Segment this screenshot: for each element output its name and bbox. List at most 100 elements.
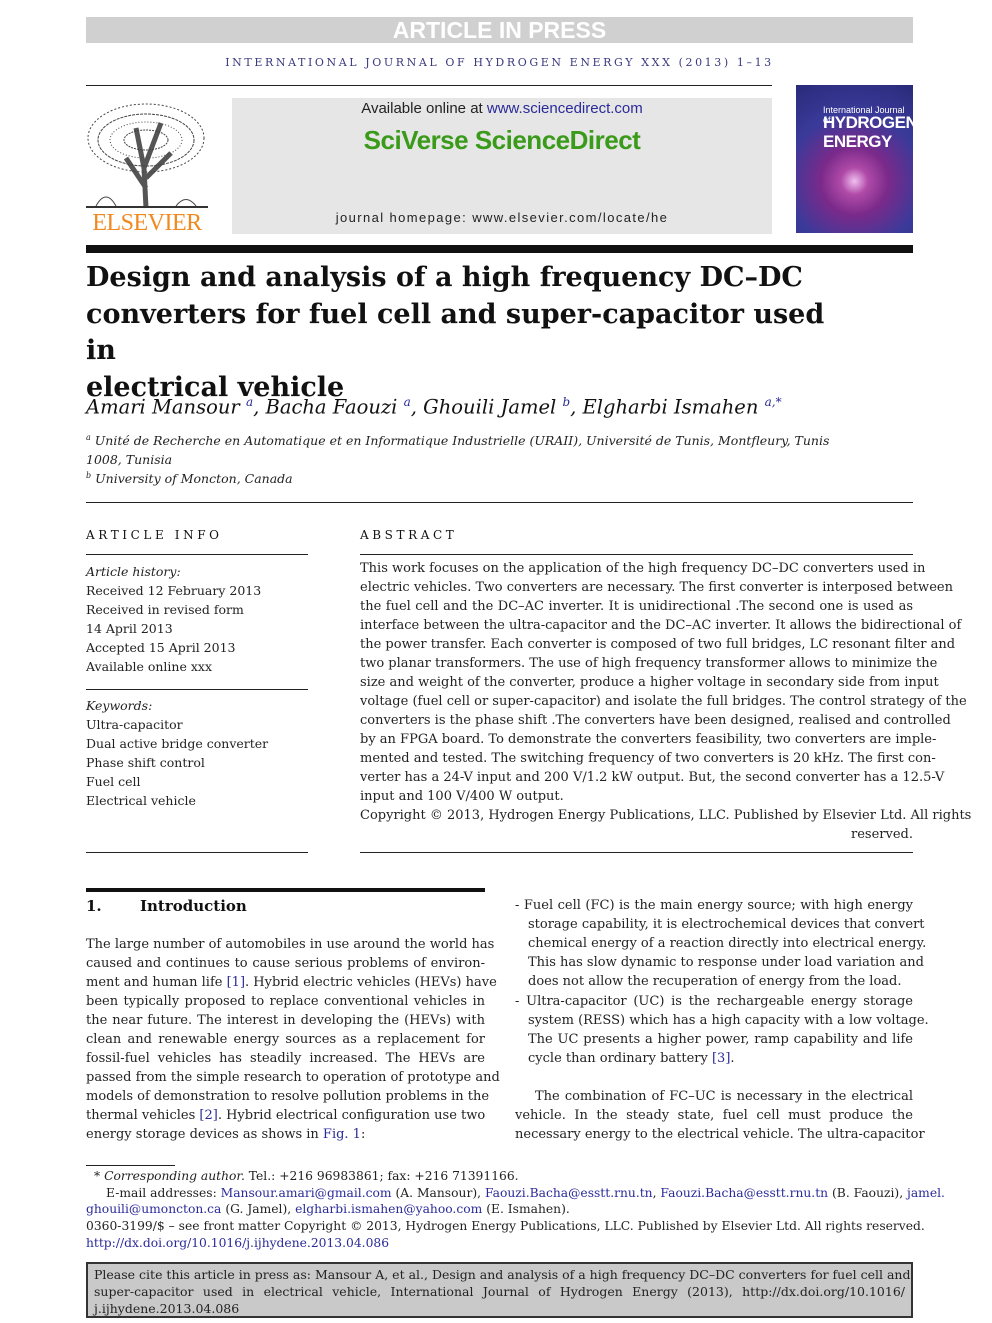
affiliation-b: b University of Moncton, Canada: [86, 471, 293, 487]
text-run: fossil-fuel vehicles has steadily increa…: [86, 1051, 485, 1066]
text-line: caused and continues to cause serious pr…: [86, 956, 485, 975]
text-line: The combination of FC–UC is necessary in…: [515, 1089, 913, 1108]
text-run: necessary energy to the electrical vehic…: [515, 1127, 925, 1142]
journal-homepage[interactable]: journal homepage: www.elsevier.com/locat…: [232, 210, 772, 225]
text-line: fossil-fuel vehicles has steadily increa…: [86, 1051, 485, 1070]
text-line: cycle than ordinary battery [3].: [515, 1051, 913, 1070]
keywords: Keywords: Ultra-capacitor Dual active bri…: [86, 698, 269, 808]
divider: [360, 852, 913, 853]
section-rule: [86, 888, 485, 892]
text-line: clean and renewable energy sources as a …: [86, 1032, 485, 1051]
citation-box: Please cite this article in press as: Ma…: [86, 1262, 913, 1318]
email-link[interactable]: http://dx.doi.org/10.1016/j.ijhydene.201…: [86, 1236, 389, 1250]
text-run: (A. Mansour),: [391, 1186, 485, 1200]
text-line: passed from the simple research to opera…: [86, 1070, 500, 1089]
text-line: The large number of automobiles in use a…: [86, 937, 494, 956]
author-name[interactable]: Bacha Faouzi: [266, 396, 398, 419]
text-line: the near future. The interest in develop…: [86, 1013, 485, 1032]
author-name[interactable]: Amari Mansour: [86, 396, 240, 419]
email-link[interactable]: Faouzi.Bacha@esstt.rnu.tn: [660, 1186, 828, 1200]
reference-link[interactable]: [3]: [712, 1051, 730, 1066]
abstract-line: size and weight of the converter, produc…: [360, 675, 939, 690]
section-number: 1.: [86, 897, 102, 915]
text-run: clean and renewable energy sources as a …: [86, 1032, 485, 1047]
elsevier-wordmark: ELSEVIER: [92, 210, 202, 236]
available-online: Available online at www.sciencedirect.co…: [232, 100, 772, 117]
abstract-line: verter has a 24-V input and 200 V/1.2 kW…: [360, 770, 945, 785]
abstract-line: input and 100 V/400 W output.: [360, 789, 564, 804]
abstract-line: converters is the phase shift .The conve…: [360, 713, 951, 728]
text-run: passed from the simple research to opera…: [86, 1070, 500, 1085]
journal-running-head: INTERNATIONAL JOURNAL OF HYDROGEN ENERGY…: [225, 56, 774, 69]
section-heading: Introduction: [140, 897, 247, 915]
article-in-press-banner: ARTICLE IN PRESS: [86, 17, 913, 43]
available-label: Available online at: [361, 100, 487, 117]
text-run: - Ultra-capacitor (UC) is the rechargeab…: [515, 994, 913, 1009]
text-line: does not allow the recuperation of energ…: [515, 974, 913, 993]
text-run: Corresponding author.: [104, 1169, 245, 1183]
text-run: chemical energy of a reaction directly i…: [528, 936, 927, 951]
bullet-ultra-capacitor: - Ultra-capacitor (UC) is the rechargeab…: [515, 994, 929, 1070]
text-line: - Ultra-capacitor (UC) is the rechargeab…: [515, 994, 913, 1013]
bullet-fuel-cell: - Fuel cell (FC) is the main energy sour…: [515, 898, 926, 993]
copyright-line: Copyright © 2013, Hydrogen Energy Public…: [360, 808, 972, 823]
text-run: Tel.: +216 96983861; fax: +216 71391166.: [244, 1169, 519, 1183]
text-line: storage capability, it is electrochemica…: [515, 917, 925, 936]
email-link[interactable]: jamel.: [907, 1186, 945, 1200]
intro-paragraph: The large number of automobiles in use a…: [86, 937, 500, 1146]
text-line: chemical energy of a reaction directly i…: [515, 936, 926, 955]
text-run: . Hybrid electrical configuration use tw…: [217, 1108, 486, 1123]
text-run: 0360-3199/$ – see front matter Copyright…: [86, 1219, 925, 1233]
text-run: thermal vehicles: [86, 1108, 200, 1123]
divider: [360, 554, 913, 555]
email-link[interactable]: elgharbi.ismahen@yahoo.com: [295, 1202, 482, 1216]
reference-link[interactable]: Fig. 1: [323, 1127, 361, 1142]
divider: [86, 554, 308, 555]
text-line: ment and human life [1]. Hybrid electric…: [86, 975, 497, 994]
footnote-rule: [86, 1165, 175, 1166]
email-link[interactable]: ghouili@umoncton.ca: [86, 1202, 221, 1216]
affiliation-a-cont: 1008, Tunisia: [86, 452, 173, 467]
article-info-heading: ARTICLE INFO: [86, 528, 223, 542]
text-line: - Fuel cell (FC) is the main energy sour…: [515, 898, 913, 917]
sciverse-logo: SciVerse ScienceDirect: [363, 125, 641, 155]
text-line: energy storage devices as shows in Fig. …: [86, 1127, 485, 1146]
abstract-line: the power transfer. Each converter is co…: [360, 637, 956, 652]
abstract-text: This work focuses on the application of …: [360, 561, 972, 846]
reference-link[interactable]: [2]: [199, 1108, 217, 1123]
text-run: The combination of FC–UC is necessary in…: [535, 1089, 913, 1104]
abstract-heading: ABSTRACT: [360, 528, 458, 542]
text-line: thermal vehicles [2]. Hybrid electrical …: [86, 1108, 485, 1127]
divider: [86, 852, 308, 853]
intro-paragraph-2: The combination of FC–UC is necessary in…: [515, 1089, 925, 1146]
text-run: the near future. The interest in develop…: [86, 1013, 485, 1028]
text-line: been typically proposed to replace conve…: [86, 994, 485, 1013]
abstract-line: voltage (fuel cell or super-capacitor) a…: [360, 694, 967, 709]
email-addresses: E-mail addresses: Mansour.amari@gmail.co…: [86, 1185, 945, 1202]
copyright-line: reserved.: [851, 827, 913, 842]
text-run: been typically proposed to replace conve…: [86, 994, 485, 1009]
abstract-line: by an FPGA board. To demonstrate the con…: [360, 732, 937, 747]
text-line: system (RESS) which has a high capacity …: [515, 1013, 929, 1032]
author-name[interactable]: Ghouili Jamel: [423, 396, 556, 419]
author-name[interactable]: Elgharbi Ismahen: [583, 396, 759, 419]
email-link[interactable]: Faouzi.Bacha@esstt.rnu.tn: [485, 1186, 653, 1200]
text-run: - Fuel cell (FC) is the main energy sour…: [515, 898, 913, 913]
text-run: does not allow the recuperation of energ…: [528, 974, 902, 989]
text-run: (G. Jamel),: [221, 1202, 296, 1216]
text-run: models of demonstration to resolve pollu…: [86, 1089, 490, 1104]
divider: [86, 689, 308, 690]
sciencedirect-link[interactable]: www.sciencedirect.com: [487, 100, 643, 117]
email-addresses-cont: ghouili@umoncton.ca (G. Jamel), elgharbi…: [86, 1201, 913, 1218]
text-run: storage capability, it is electrochemica…: [528, 917, 925, 932]
abstract-line: electric vehicles. Two converters are ne…: [360, 580, 953, 595]
copyright-note: 0360-3199/$ – see front matter Copyright…: [86, 1218, 925, 1235]
reference-link[interactable]: [1]: [227, 975, 245, 990]
text-run: .: [730, 1051, 735, 1066]
text-line: necessary energy to the electrical vehic…: [515, 1127, 925, 1146]
affiliation-a: a Unité de Recherche en Automatique et e…: [86, 433, 830, 449]
author-list: Amari Mansour a, Bacha Faouzi a, Ghouili…: [86, 395, 782, 419]
article-title: Design and analysis of a high frequency …: [86, 262, 825, 403]
email-link[interactable]: Mansour.amari@gmail.com: [221, 1186, 392, 1200]
text-run: caused and continues to cause serious pr…: [86, 956, 485, 971]
